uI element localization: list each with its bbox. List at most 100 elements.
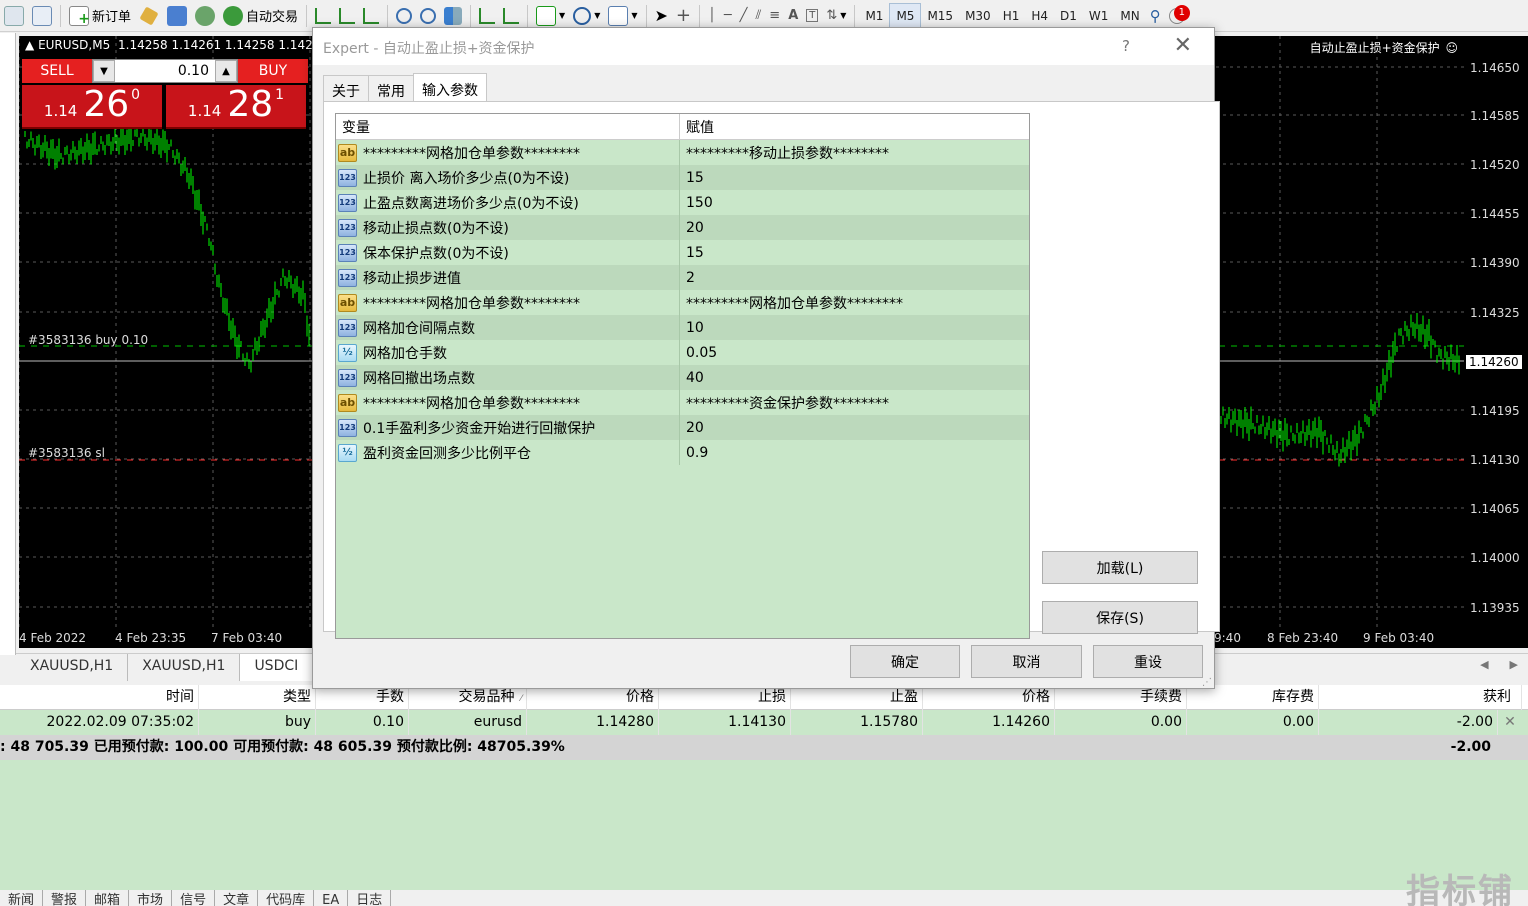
col-type[interactable]: 类型 [199,685,316,710]
order-sl-label[interactable]: #3583136 sl [28,446,105,460]
terminal-tab-mailbox[interactable]: 邮箱 [86,890,130,906]
terminal-tab-experts[interactable]: EA [314,890,349,906]
terminal-tab-news[interactable]: 新闻 [0,890,44,906]
table-row[interactable]: 123 网格回撤出场点数 40 [336,365,1029,390]
timeframe-m5[interactable]: M5 [889,2,922,29]
table-row[interactable]: 123 保本保护点数(0为不设) 15 [336,240,1029,265]
param-value[interactable]: 20 [680,220,704,236]
param-value[interactable]: 2 [680,270,695,286]
load-button[interactable]: 加载(L) [1042,551,1198,584]
crosshair-tool[interactable]: + [672,3,695,29]
label-tool[interactable]: T [802,3,822,29]
table-row[interactable]: 123 止盈点数离进场价多少点(0为不设) 150 [336,190,1029,215]
line-chart-button[interactable] [359,3,383,29]
notifications-button[interactable]: 1 [1165,3,1190,29]
dialog-titlebar[interactable]: Expert - 自动止盈止损+资金保护 ? ✕ [313,28,1214,65]
terminal-tab-alerts[interactable]: 警报 [43,890,87,906]
chart-tab-xauusd-h1-2[interactable]: XAUUSD,H1 [128,654,241,681]
close-position-icon[interactable]: ✕ [1498,710,1522,735]
table-row[interactable]: ½ 网格加仓手数 0.05 [336,340,1029,365]
cursor-tool[interactable]: ➤ [651,3,672,29]
timeframe-h4[interactable]: H4 [1025,3,1054,29]
param-value[interactable]: 0.9 [680,445,708,461]
search-button[interactable]: ⚲ [1146,3,1165,29]
table-row[interactable]: 123 移动止损步进值 2 [336,265,1029,290]
col-profit[interactable]: 获利 [1319,685,1522,710]
terminal-tab-journal[interactable]: 日志 [348,890,392,906]
param-value[interactable]: 15 [680,170,704,186]
timeframe-m30[interactable]: M30 [959,3,997,29]
indicators-button[interactable]: ▼ [532,3,569,29]
periods-button[interactable]: ▼ [569,3,604,29]
param-value[interactable]: 40 [680,370,704,386]
param-value[interactable]: *********资金保护参数******** [680,393,889,413]
param-value[interactable]: 0.05 [680,345,717,361]
text-tool[interactable]: A [784,3,802,29]
resize-grip-icon[interactable]: ⋰ [1202,677,1212,688]
table-row[interactable]: 123 止损价 离入场价多少点(0为不设) 15 [336,165,1029,190]
reset-button[interactable]: 重设 [1093,645,1203,678]
table-row[interactable]: 123 网格加仓间隔点数 10 [336,315,1029,340]
tab-scroll-arrows[interactable]: ◀ ▶ [1470,654,1528,680]
timeframe-m1[interactable]: M1 [859,3,889,29]
zoom-in-button[interactable] [392,3,416,29]
save-button[interactable]: 保存(S) [1042,601,1198,634]
timeframe-mn[interactable]: MN [1114,3,1145,29]
timeframe-d1[interactable]: D1 [1054,3,1083,29]
chart-tab-usdchf[interactable]: USDCI [240,654,314,681]
lot-up-icon[interactable]: ▲ [215,60,237,82]
tab-about[interactable]: 关于 [323,75,369,101]
param-value[interactable]: 10 [680,320,704,336]
param-value[interactable]: *********网格加仓单参数******** [680,293,903,313]
arrows-tool[interactable]: ⇅ ▼ [822,3,850,29]
autoscroll-button[interactable] [475,3,499,29]
ok-button[interactable]: 确定 [850,645,960,678]
param-value[interactable]: 20 [680,420,704,436]
price-axis[interactable]: 1.14650 1.14585 1.14520 1.14455 1.14390 … [1464,36,1528,628]
table-row[interactable]: ab *********网格加仓单参数******** *********网格加仓单… [336,290,1029,315]
trendline-tool[interactable]: ╱ [736,3,752,29]
timeframe-m15[interactable]: M15 [921,3,959,29]
toolbar-strategy-button[interactable] [135,3,163,29]
chart-tab-xauusd-h1[interactable]: XAUUSD,H1 [16,654,129,681]
close-icon[interactable]: ✕ [1174,33,1192,58]
sell-button[interactable]: SELL [22,59,92,83]
lot-size-field[interactable]: ▼ 0.10 ▲ [92,59,238,83]
col-value[interactable]: 赋值 [680,114,1029,140]
col-variable[interactable]: 变量 [336,114,680,140]
tile-windows-button[interactable] [440,3,466,29]
auto-trade-button[interactable]: 自动交易 [219,3,302,29]
toolbar-metaeditor-button[interactable] [163,3,191,29]
candle-chart-button[interactable] [335,3,359,29]
table-row[interactable]: ½ 盈利资金回测多少比例平仓 0.9 [336,440,1029,465]
help-icon[interactable]: ? [1122,37,1130,55]
table-row[interactable]: ab *********网格加仓单参数******** *********资金保护参… [336,390,1029,415]
table-row[interactable]: 123 0.1手盈利多少资金开始进行回撤保护 20 [336,415,1029,440]
buy-price-box[interactable]: 1.14 28 1 [166,85,306,129]
horizontal-line-tool[interactable]: ─ [720,3,736,29]
terminal-tab-articles[interactable]: 文章 [215,890,259,906]
col-time[interactable]: 时间 [0,685,199,710]
terminal-tab-market[interactable]: 市场 [129,890,173,906]
sell-price-box[interactable]: 1.14 26 0 [22,85,162,129]
toolbar-properties-button[interactable] [0,3,28,29]
timeframe-h1[interactable]: H1 [997,3,1026,29]
buy-button[interactable]: BUY [238,59,308,83]
cancel-button[interactable]: 取消 [971,645,1082,678]
tab-common[interactable]: 常用 [368,75,414,101]
channel-tool[interactable]: ⫽ [751,3,765,29]
order-buy-label[interactable]: #3583136 buy 0.10 [28,333,148,347]
bar-chart-button[interactable] [311,3,335,29]
table-row[interactable]: 123 移动止损点数(0为不设) 20 [336,215,1029,240]
param-value[interactable]: *********移动止损参数******** [680,143,889,163]
param-value[interactable]: 15 [680,245,704,261]
terminal-tab-codebase[interactable]: 代码库 [258,890,315,906]
new-order-button[interactable]: + 新订单 [65,3,135,29]
templates-button[interactable]: ▼ [604,3,641,29]
zoom-out-button[interactable] [416,3,440,29]
table-row[interactable]: ab *********网格加仓单参数******** *********移动止损参… [336,140,1029,165]
lot-down-icon[interactable]: ▼ [93,60,115,82]
tab-inputs[interactable]: 输入参数 [413,73,487,101]
chart-shift-button[interactable] [499,3,523,29]
table-row[interactable]: 2022.02.09 07:35:02 buy 0.10 eurusd 1.14… [0,710,1528,735]
